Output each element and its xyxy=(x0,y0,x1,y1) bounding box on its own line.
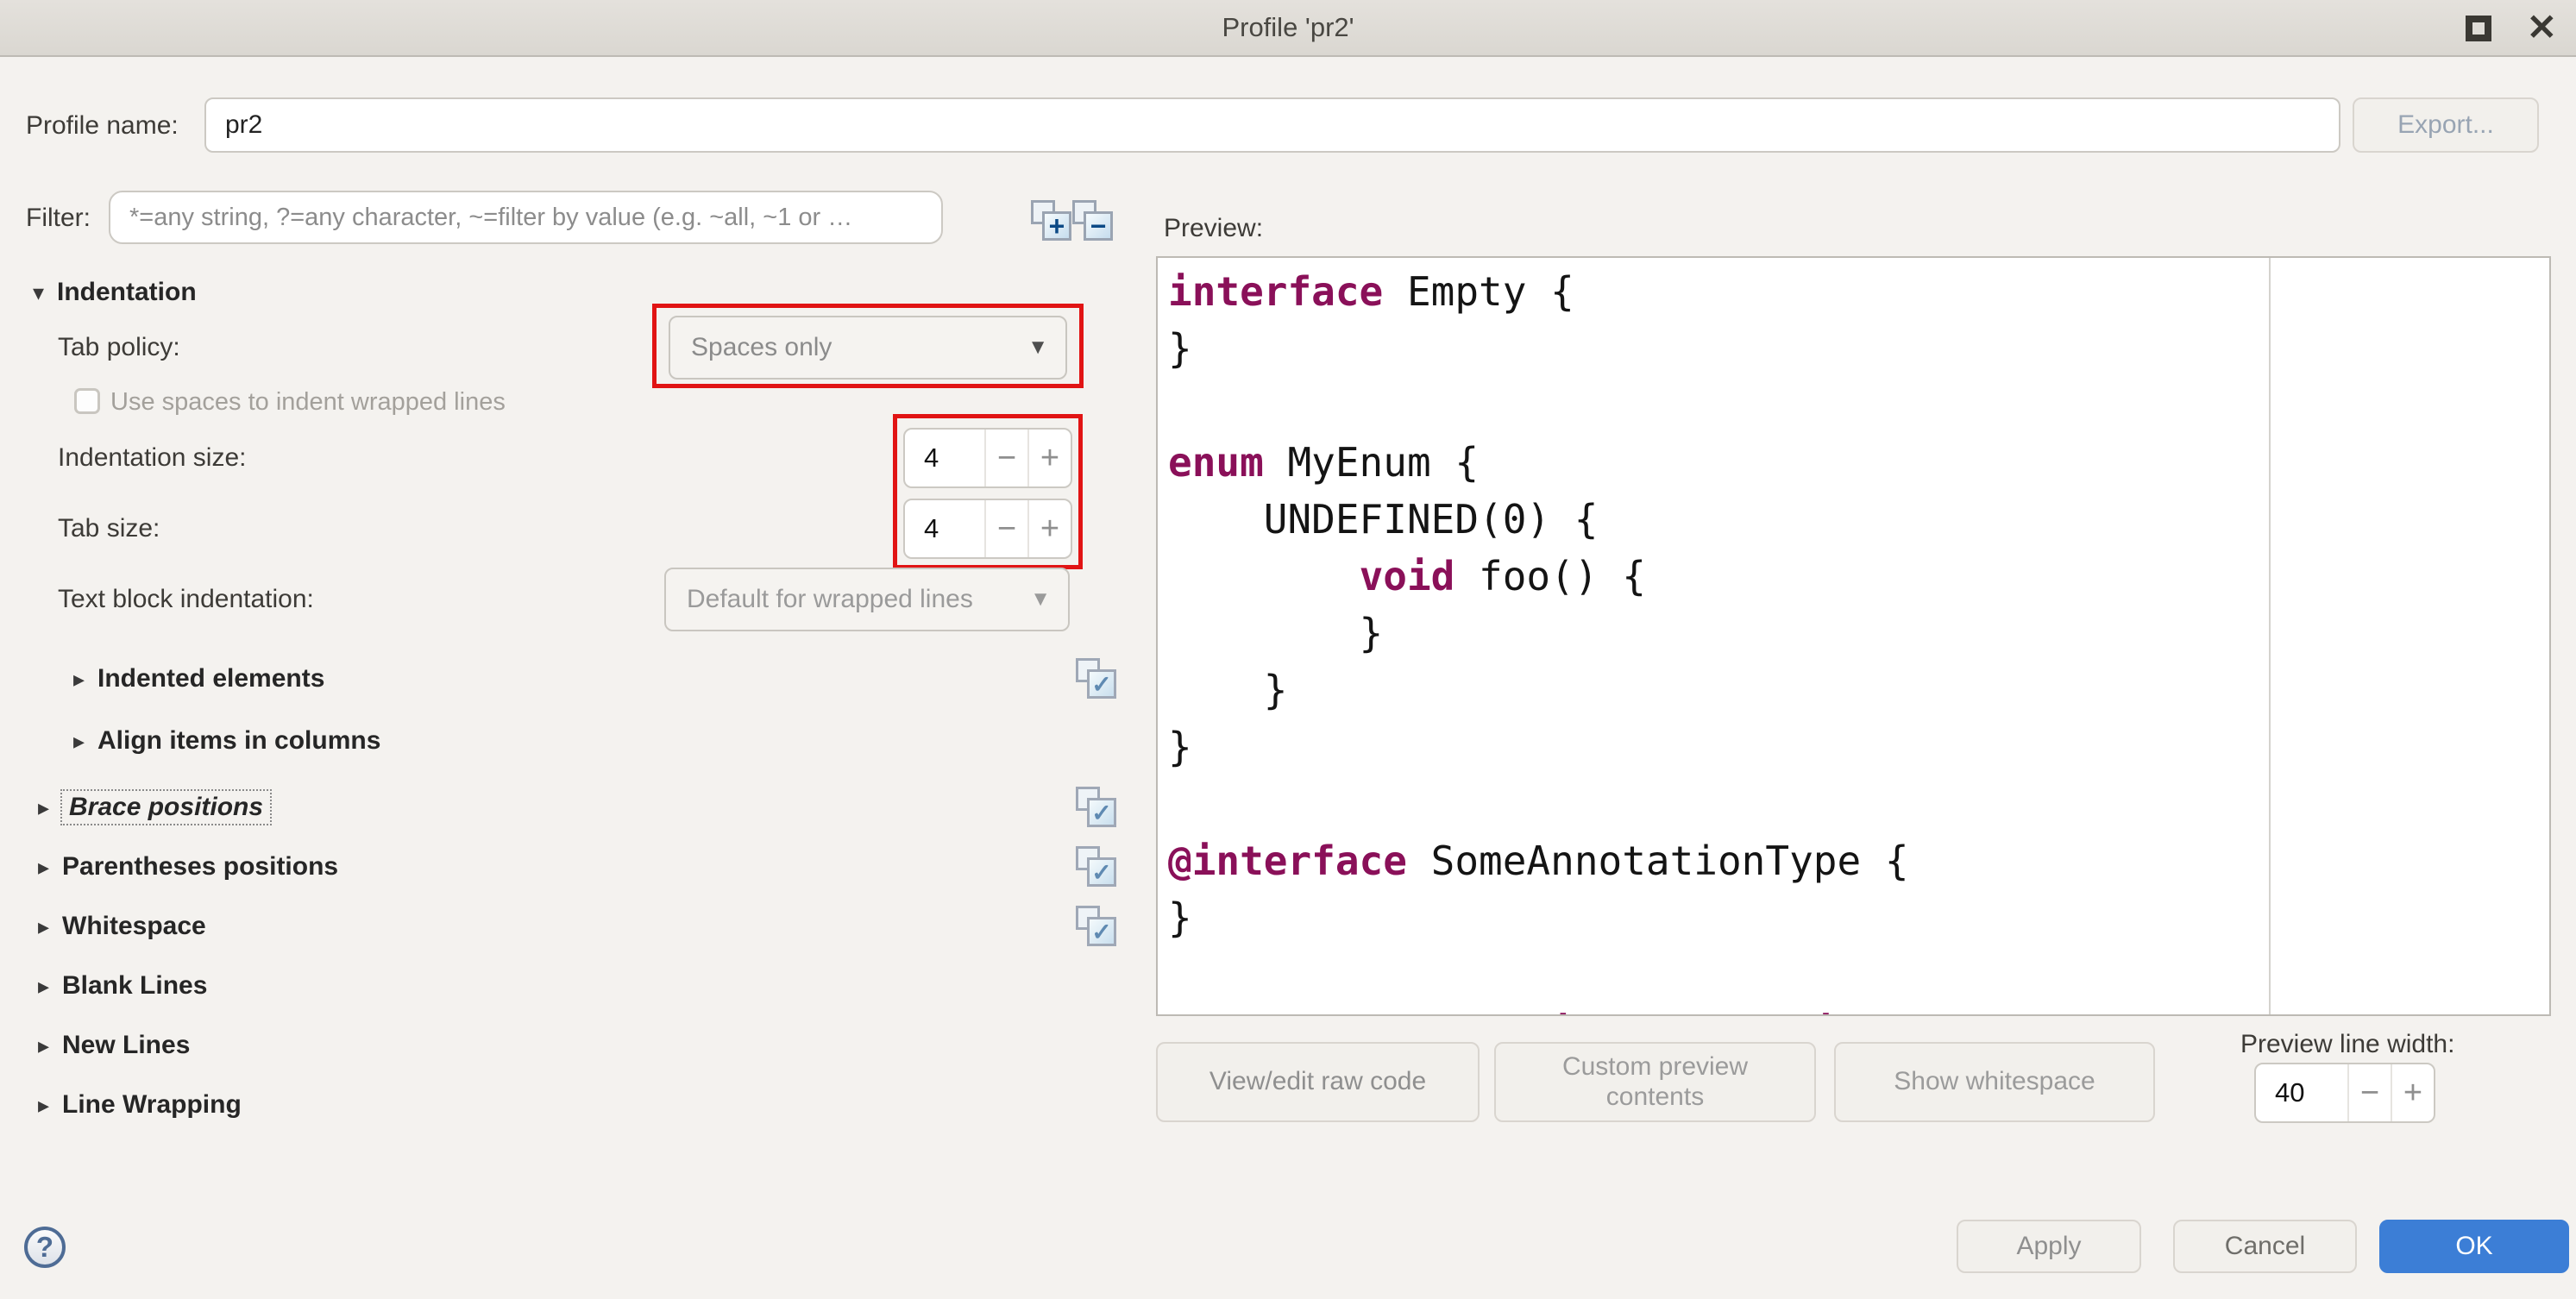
tree-item-whitespace[interactable]: ▸Whitespace xyxy=(38,906,206,947)
modified-check-icon: ✓ xyxy=(1076,787,1119,830)
tree-item-parentheses-positions[interactable]: ▸Parentheses positions xyxy=(38,846,338,888)
code-line: @interface SomeAnnotationType { xyxy=(1168,832,2549,889)
tab-size-stepper[interactable]: 4 − + xyxy=(903,499,1072,559)
section-label: Indentation xyxy=(57,278,197,307)
modified-check-icon: ✓ xyxy=(1076,658,1119,701)
chevron-down-icon: ▼ xyxy=(1030,587,1051,612)
tree-item-label: Brace positions xyxy=(62,791,270,824)
expand-triangle-icon[interactable]: ▸ xyxy=(38,854,62,881)
tree-item-label: Whitespace xyxy=(62,912,206,941)
section-indentation[interactable]: ▾ Indentation xyxy=(33,272,197,313)
collapse-triangle-icon[interactable]: ▾ xyxy=(33,279,57,306)
help-glyph: ? xyxy=(36,1231,53,1264)
code-line: void foo() { xyxy=(1168,548,2549,605)
text-block-indentation-label: Text block indentation: xyxy=(58,585,314,614)
ok-button[interactable]: OK xyxy=(2379,1220,2569,1273)
title-bar: Profile 'pr2' ✕ xyxy=(0,0,2576,57)
filter-input[interactable] xyxy=(109,191,943,244)
collapse-all-icon[interactable]: − xyxy=(1072,200,1115,243)
use-spaces-checkbox[interactable] xyxy=(74,388,100,414)
code-line: } xyxy=(1168,320,2549,377)
minus-icon[interactable]: − xyxy=(984,430,1027,486)
text-block-indentation-dropdown[interactable]: Default for wrapped lines ▼ xyxy=(664,568,1070,631)
tree-item-blank-lines[interactable]: ▸Blank Lines xyxy=(38,965,207,1007)
tree-item-label: Indented elements xyxy=(97,664,324,693)
help-icon[interactable]: ? xyxy=(24,1227,66,1268)
expand-triangle-icon[interactable]: ▸ xyxy=(73,728,97,755)
tree-item-label: Parentheses positions xyxy=(62,852,338,882)
tab-size-value: 4 xyxy=(905,500,984,557)
plus-icon[interactable]: + xyxy=(2391,1064,2434,1121)
expand-triangle-icon[interactable]: ▸ xyxy=(38,1092,62,1119)
tree-item-label: Blank Lines xyxy=(62,971,207,1001)
text-block-indentation-value: Default for wrapped lines xyxy=(687,585,1030,614)
tree-item-brace-positions[interactable]: ▸Brace positions xyxy=(38,787,270,828)
preview-code-area[interactable]: interface Empty {} enum MyEnum { UNDEFIN… xyxy=(1156,256,2551,1016)
plus-icon[interactable]: + xyxy=(1027,430,1071,486)
expand-triangle-icon[interactable]: ▸ xyxy=(38,913,62,940)
cancel-button[interactable]: Cancel xyxy=(2173,1220,2357,1273)
expand-triangle-icon[interactable]: ▸ xyxy=(38,973,62,1000)
expand-triangle-icon[interactable]: ▸ xyxy=(38,1032,62,1059)
maximize-icon[interactable] xyxy=(2466,16,2491,41)
tree-item-label: New Lines xyxy=(62,1031,190,1060)
close-icon[interactable]: ✕ xyxy=(2527,7,2557,48)
indentation-size-value: 4 xyxy=(905,430,984,486)
minus-icon[interactable]: − xyxy=(2347,1064,2391,1121)
code-line: } xyxy=(1168,605,2549,662)
view-edit-raw-code-button[interactable]: View/edit raw code xyxy=(1156,1042,1480,1122)
plus-icon[interactable]: + xyxy=(1027,500,1071,557)
show-whitespace-button[interactable]: Show whitespace xyxy=(1834,1042,2155,1122)
filter-label: Filter: xyxy=(26,204,91,233)
chevron-down-icon: ▼ xyxy=(1027,336,1048,360)
tab-policy-value: Spaces only xyxy=(691,333,1027,362)
profile-name-label: Profile name: xyxy=(26,111,179,141)
apply-button[interactable]: Apply xyxy=(1957,1220,2141,1273)
custom-preview-contents-button[interactable]: Custom preview contents xyxy=(1494,1042,1816,1122)
preview-code: interface Empty {} enum MyEnum { UNDEFIN… xyxy=(1168,263,2549,1016)
indentation-size-label: Indentation size: xyxy=(58,443,246,473)
profile-name-input[interactable] xyxy=(204,97,2340,153)
preview-line-width-label: Preview line width: xyxy=(2240,1030,2454,1059)
tab-size-label: Tab size: xyxy=(58,514,160,543)
code-line: } xyxy=(1168,719,2549,775)
modified-check-icon: ✓ xyxy=(1076,846,1119,889)
code-line xyxy=(1168,377,2549,434)
tree-item-indented-elements[interactable]: ▸Indented elements xyxy=(73,658,324,700)
tree-item-label: Align items in columns xyxy=(97,726,380,756)
window-title: Profile 'pr2' xyxy=(1222,12,1354,43)
tab-policy-dropdown[interactable]: Spaces only ▼ xyxy=(669,316,1067,380)
export-button[interactable]: Export... xyxy=(2353,97,2539,153)
tree-item-label: Line Wrapping xyxy=(62,1090,242,1120)
tab-policy-label: Tab policy: xyxy=(58,333,180,362)
code-line: record MyRecord(int first, int second) { xyxy=(1168,1003,2549,1016)
code-line: } xyxy=(1168,889,2549,946)
preview-label: Preview: xyxy=(1164,214,1263,243)
code-line: UNDEFINED(0) { xyxy=(1168,491,2549,548)
preview-line-width-value: 40 xyxy=(2256,1064,2347,1121)
expand-all-icon[interactable]: + xyxy=(1031,200,1074,243)
code-line: enum MyEnum { xyxy=(1168,434,2549,491)
modified-check-icon: ✓ xyxy=(1076,906,1119,949)
tree-item-line-wrapping[interactable]: ▸Line Wrapping xyxy=(38,1084,242,1126)
expand-triangle-icon[interactable]: ▸ xyxy=(38,794,62,821)
code-line: } xyxy=(1168,662,2549,719)
code-line xyxy=(1168,946,2549,1003)
tree-item-new-lines[interactable]: ▸New Lines xyxy=(38,1025,190,1066)
preview-line-width-stepper[interactable]: 40 − + xyxy=(2254,1063,2435,1123)
expand-triangle-icon[interactable]: ▸ xyxy=(73,666,97,693)
code-line xyxy=(1168,775,2549,832)
indentation-size-stepper[interactable]: 4 − + xyxy=(903,428,1072,488)
use-spaces-label: Use spaces to indent wrapped lines xyxy=(110,388,506,417)
tree-item-align-items-in-columns[interactable]: ▸Align items in columns xyxy=(73,720,380,762)
minus-icon[interactable]: − xyxy=(984,500,1027,557)
code-line: interface Empty { xyxy=(1168,263,2549,320)
